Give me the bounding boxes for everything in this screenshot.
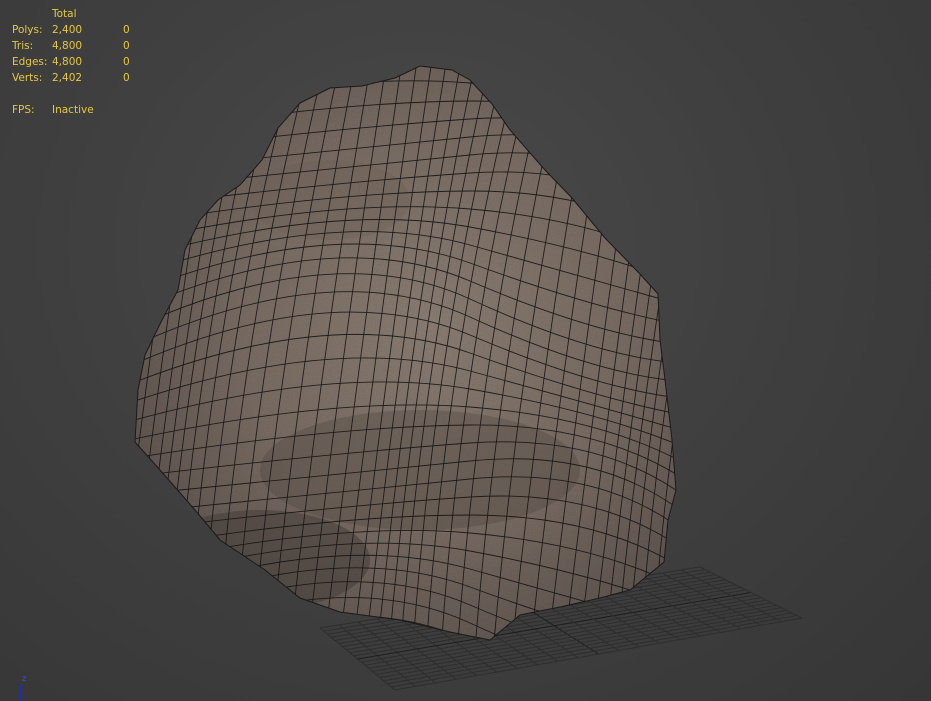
stats-total: 4,800 xyxy=(52,40,83,52)
stats-label: Polys: xyxy=(12,24,43,36)
stats-selected: 0 xyxy=(123,24,130,36)
stats-label: Tris: xyxy=(12,40,34,52)
stats-label: Edges: xyxy=(12,56,48,68)
perspective-viewport[interactable]: Total Polys: 2,400 0 Tris: 4,800 0 Edges… xyxy=(0,0,931,701)
stats-selected: 0 xyxy=(123,72,130,84)
z-axis-icon xyxy=(20,684,22,701)
fps-label: FPS: xyxy=(12,104,35,116)
stats-header: Total xyxy=(52,8,77,20)
stats-total: 2,400 xyxy=(52,24,83,36)
stats-selected: 0 xyxy=(123,56,130,68)
viewport-canvas xyxy=(134,65,803,691)
fps-value: Inactive xyxy=(52,104,94,116)
axis-tripod: z xyxy=(18,674,27,701)
z-axis-label: z xyxy=(22,674,27,683)
stats-selected: 0 xyxy=(123,40,130,52)
stats-label: Verts: xyxy=(12,72,43,84)
stats-total: 2,402 xyxy=(52,72,83,84)
stats-total: 4,800 xyxy=(52,56,83,68)
